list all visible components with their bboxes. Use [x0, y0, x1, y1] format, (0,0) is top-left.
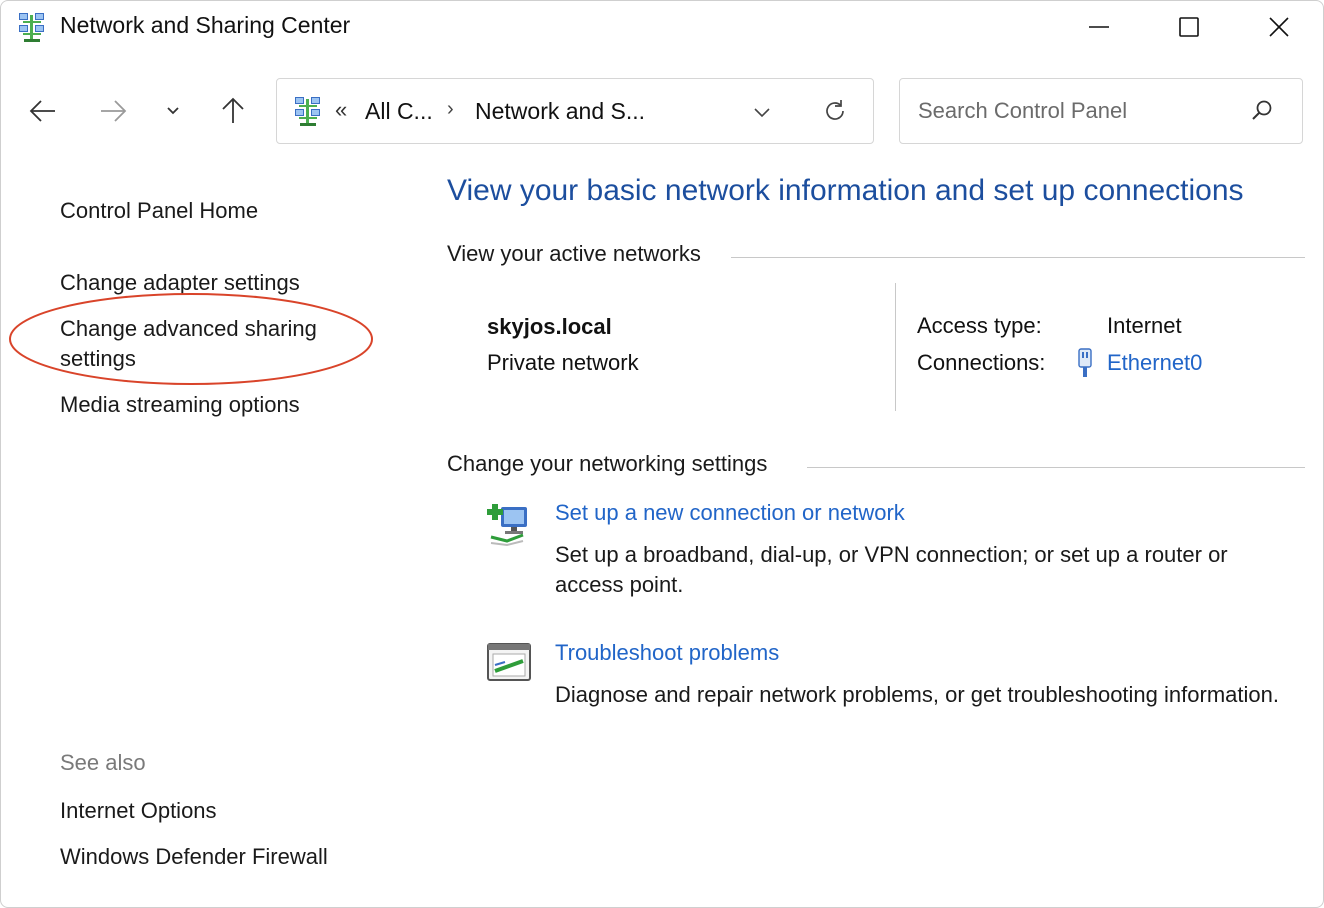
breadcrumb-overflow-icon[interactable]: « — [335, 97, 347, 123]
back-button[interactable] — [23, 91, 63, 131]
address-bar[interactable]: « All C... › Network and S... — [276, 78, 874, 144]
window-title: Network and Sharing Center — [60, 12, 351, 38]
recent-locations-button[interactable] — [158, 91, 188, 131]
arrow-left-icon — [29, 100, 55, 122]
sidebar-item-control-panel-home[interactable]: Control Panel Home — [60, 196, 258, 226]
network-info-divider — [895, 283, 896, 411]
refresh-icon[interactable] — [821, 97, 849, 125]
network-category: Private network — [487, 350, 639, 375]
setup-connection-description: Set up a broadband, dial-up, or VPN conn… — [555, 542, 1228, 597]
access-type-value: Internet — [1107, 313, 1182, 338]
ethernet-connection-link[interactable]: Ethernet0 — [1107, 350, 1202, 376]
troubleshoot-problems-link[interactable]: Troubleshoot problems — [555, 640, 779, 666]
sidebar-item-media-streaming-options[interactable]: Media streaming options — [60, 390, 300, 420]
search-icon[interactable] — [1248, 97, 1276, 125]
section-divider — [731, 257, 1305, 258]
sidebar-item-windows-defender-firewall[interactable]: Windows Defender Firewall — [60, 842, 328, 872]
network-sharing-center-window: Network and Sharing Center « All C... › … — [0, 0, 1324, 908]
arrow-right-icon — [101, 100, 127, 122]
sidebar-item-change-advanced-sharing-settings[interactable]: Change advanced sharing settings — [60, 314, 360, 374]
page-title: View your basic network information and … — [447, 174, 1244, 207]
change-settings-section-title: Change your networking settings — [447, 451, 778, 477]
ethernet-icon — [1078, 348, 1092, 377]
close-icon — [1269, 17, 1289, 37]
see-also-label: See also — [60, 750, 146, 775]
maximize-icon — [1179, 17, 1199, 37]
access-type-label: Access type: — [917, 313, 1042, 338]
close-button[interactable] — [1249, 5, 1309, 49]
network-app-icon — [19, 13, 44, 42]
new-connection-icon — [487, 504, 527, 547]
up-button[interactable] — [213, 91, 253, 131]
troubleshoot-problems-description: Diagnose and repair network problems, or… — [555, 682, 1279, 707]
breadcrumb-separator[interactable]: › — [447, 98, 454, 121]
network-name: skyjos.local — [487, 314, 612, 339]
section-divider — [807, 467, 1305, 468]
chevron-down-icon — [167, 107, 179, 115]
minimize-icon — [1089, 26, 1109, 28]
address-dropdown-icon[interactable] — [749, 99, 775, 125]
search-box[interactable] — [899, 78, 1303, 144]
arrow-up-icon — [222, 97, 244, 123]
search-input[interactable] — [916, 93, 1240, 129]
connections-label: Connections: — [917, 350, 1046, 375]
troubleshoot-icon — [487, 643, 531, 681]
title-bar: Network and Sharing Center — [1, 1, 1323, 53]
setup-connection-link[interactable]: Set up a new connection or network — [555, 500, 905, 526]
breadcrumb-all-control-panel[interactable]: All C... — [365, 98, 433, 125]
maximize-button[interactable] — [1159, 5, 1219, 49]
breadcrumb-network-sharing[interactable]: Network and S... — [475, 98, 645, 125]
sidebar-item-change-adapter-settings[interactable]: Change adapter settings — [60, 268, 300, 298]
minimize-button[interactable] — [1069, 5, 1129, 49]
sidebar-item-internet-options[interactable]: Internet Options — [60, 796, 217, 826]
active-networks-section-title: View your active networks — [447, 241, 711, 267]
forward-button[interactable] — [93, 91, 133, 131]
network-location-icon — [295, 97, 320, 126]
